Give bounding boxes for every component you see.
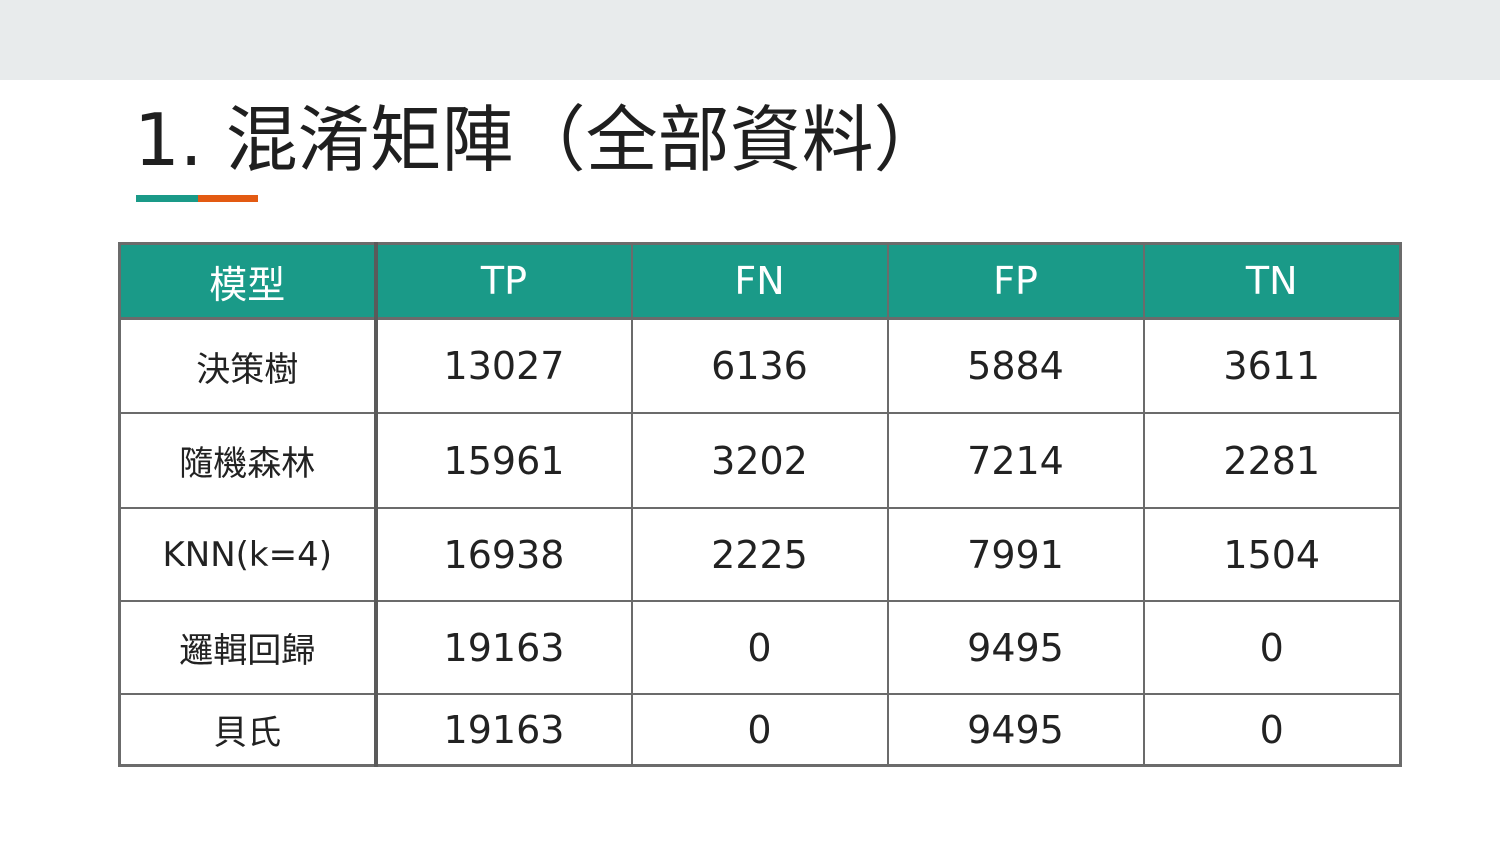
model-cell: KNN(k=4) bbox=[118, 507, 378, 602]
header-fp: FP bbox=[886, 242, 1145, 320]
header-fn: FN bbox=[630, 242, 889, 320]
table-row: KNN(k=4) 16938 2225 7991 1504 bbox=[118, 507, 1402, 602]
fn-cell: 0 bbox=[630, 600, 889, 695]
fn-cell: 6136 bbox=[630, 317, 889, 414]
top-band bbox=[0, 0, 1500, 80]
table-row: 隨機森林 15961 3202 7214 2281 bbox=[118, 412, 1402, 509]
table-row: 邏輯回歸 19163 0 9495 0 bbox=[118, 600, 1402, 695]
title-underline-orange bbox=[198, 195, 258, 202]
tp-cell: 19163 bbox=[374, 600, 633, 695]
fn-cell: 2225 bbox=[630, 507, 889, 602]
table-row: 貝氏 19163 0 9495 0 bbox=[118, 693, 1402, 767]
fp-cell: 5884 bbox=[886, 317, 1145, 414]
model-cell: 隨機森林 bbox=[118, 412, 378, 509]
header-tp: TP bbox=[374, 242, 633, 320]
fp-cell: 9495 bbox=[886, 600, 1145, 695]
table-header-row: 模型 TP FN FP TN bbox=[118, 242, 1402, 320]
header-tn: TN bbox=[1142, 242, 1402, 320]
tp-cell: 19163 bbox=[374, 693, 633, 767]
table-row: 決策樹 13027 6136 5884 3611 bbox=[118, 317, 1402, 414]
fp-cell: 7991 bbox=[886, 507, 1145, 602]
tn-cell: 0 bbox=[1142, 693, 1402, 767]
tn-cell: 2281 bbox=[1142, 412, 1402, 509]
fn-cell: 0 bbox=[630, 693, 889, 767]
fn-cell: 3202 bbox=[630, 412, 889, 509]
tn-cell: 1504 bbox=[1142, 507, 1402, 602]
tp-cell: 16938 bbox=[374, 507, 633, 602]
confusion-matrix-table: 模型 TP FN FP TN 決策樹 13027 6136 5884 3611 … bbox=[118, 242, 1402, 767]
tp-cell: 13027 bbox=[374, 317, 633, 414]
slide-title: 1. 混淆矩陣（全部資料） bbox=[134, 98, 946, 182]
header-model: 模型 bbox=[118, 242, 378, 320]
title-underline-teal bbox=[136, 195, 198, 202]
model-cell: 貝氏 bbox=[118, 693, 378, 767]
tn-cell: 3611 bbox=[1142, 317, 1402, 414]
model-cell: 決策樹 bbox=[118, 317, 378, 414]
tp-cell: 15961 bbox=[374, 412, 633, 509]
fp-cell: 9495 bbox=[886, 693, 1145, 767]
tn-cell: 0 bbox=[1142, 600, 1402, 695]
model-cell: 邏輯回歸 bbox=[118, 600, 378, 695]
fp-cell: 7214 bbox=[886, 412, 1145, 509]
